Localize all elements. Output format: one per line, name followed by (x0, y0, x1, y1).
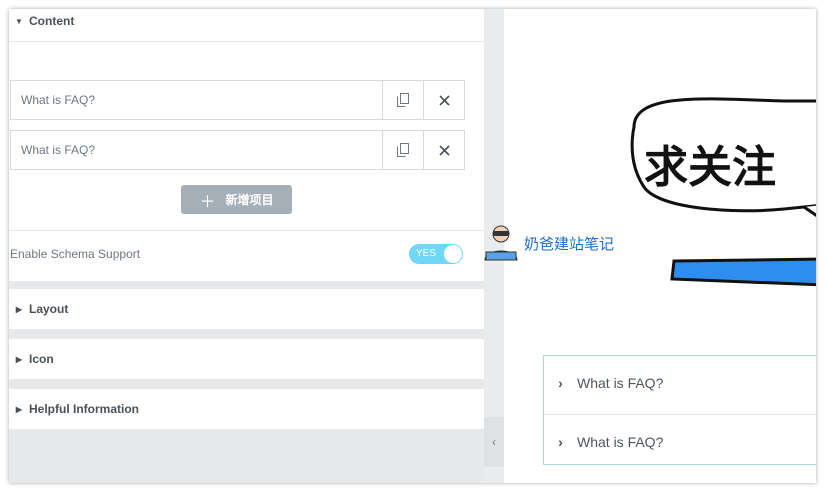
faq-item[interactable]: › What is FAQ? (544, 356, 816, 409)
helpful-info-section-header[interactable]: ▶ Helpful Information (9, 389, 484, 429)
icon-section-title: Icon (29, 352, 54, 366)
faq-widget: › What is FAQ? › What is FAQ? (543, 355, 816, 465)
faq-question[interactable]: What is FAQ? (577, 434, 663, 450)
speech-bubble-tail (803, 205, 816, 217)
accent-bar (670, 257, 816, 287)
layout-section-title: Layout (29, 302, 69, 316)
chevron-right-icon: › (558, 374, 563, 391)
remove-icon[interactable] (423, 81, 464, 119)
editor-window: ▼ Content What is FAQ? What is FAQ? ＋ 新增… (9, 9, 816, 483)
remove-icon[interactable] (423, 131, 464, 169)
chevron-right-icon: › (558, 433, 563, 450)
add-item-label: 新增项目 (225, 193, 274, 207)
add-item-button[interactable]: ＋ 新增项目 (181, 185, 292, 214)
watermark: 奶爸建站笔记 (480, 222, 614, 264)
helpful-info-section-title: Helpful Information (29, 402, 139, 416)
schema-support-label: Enable Schema Support (10, 247, 141, 261)
faq-question[interactable]: What is FAQ? (577, 375, 663, 391)
content-section: ▼ Content What is FAQ? What is FAQ? ＋ 新增… (9, 9, 484, 281)
duplicate-icon[interactable] (382, 81, 423, 119)
layout-section-header[interactable]: ▶ Layout (9, 289, 484, 329)
content-section-header[interactable]: ▼ Content (9, 9, 484, 42)
avatar-icon (484, 225, 518, 261)
divider (9, 230, 484, 231)
chevron-left-icon: ‹ (492, 435, 496, 449)
repeater-item-title[interactable]: What is FAQ? (11, 143, 382, 157)
repeater-item[interactable]: What is FAQ? (10, 80, 465, 120)
toggle-knob (444, 245, 462, 263)
collapse-panel-button[interactable]: ‹ (484, 417, 504, 467)
editor-panel: ▼ Content What is FAQ? What is FAQ? ＋ 新增… (9, 9, 484, 483)
caret-right-icon: ▶ (15, 354, 23, 364)
caret-right-icon: ▶ (15, 404, 23, 414)
bubble-text: 求关注 (644, 142, 776, 193)
repeater-item-title[interactable]: What is FAQ? (11, 93, 382, 107)
schema-support-toggle[interactable]: YES (409, 244, 463, 264)
watermark-text: 奶爸建站笔记 (524, 235, 615, 253)
faq-item[interactable]: › What is FAQ? (544, 415, 816, 468)
caret-right-icon: ▶ (15, 304, 23, 314)
bubble-graphic: 求关注 (630, 97, 816, 287)
toggle-state: YES (416, 248, 437, 259)
content-section-title: Content (29, 14, 75, 28)
icon-section-header[interactable]: ▶ Icon (9, 339, 484, 379)
plus-icon: ＋ (199, 193, 216, 211)
duplicate-icon[interactable] (382, 131, 423, 169)
caret-down-icon: ▼ (15, 16, 23, 26)
repeater-item[interactable]: What is FAQ? (10, 130, 465, 170)
